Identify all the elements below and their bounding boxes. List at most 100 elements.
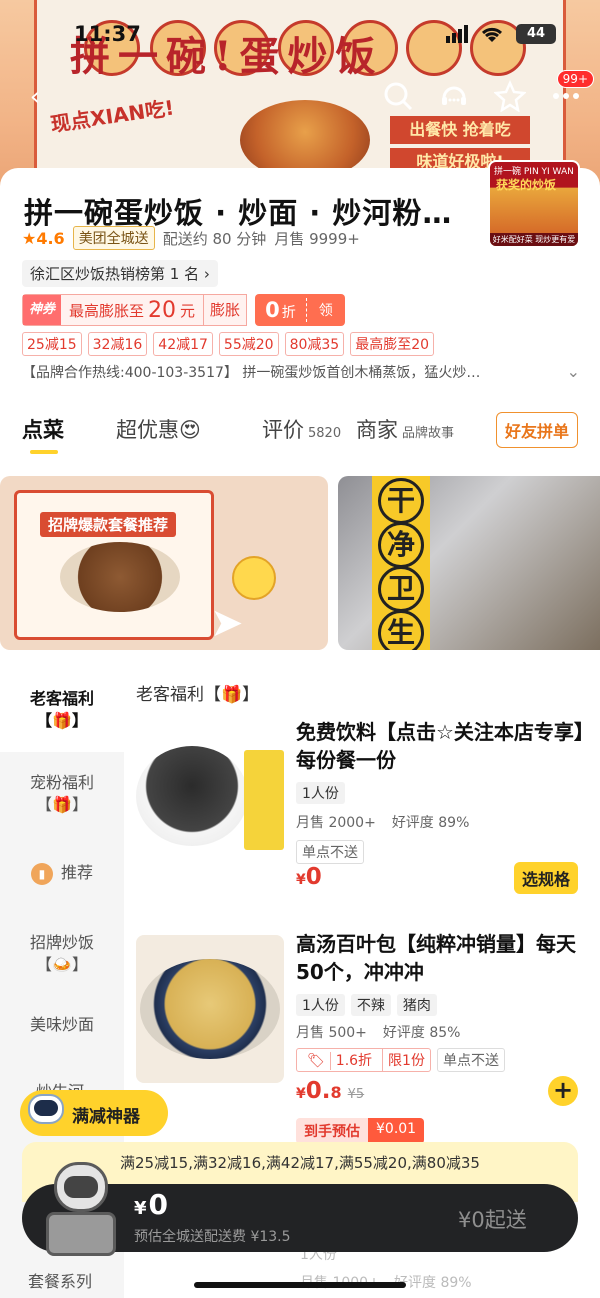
dish-name[interactable]: 高汤百叶包【纯粹冲销量】每天50个，冲冲冲 xyxy=(296,930,586,986)
spice-chip: 不辣 xyxy=(350,994,391,1016)
tag-icon: 🏷 xyxy=(307,1053,325,1069)
portion-chip: 1人份 xyxy=(296,782,345,804)
purchase-limit: 限1份 xyxy=(382,1049,430,1071)
discount-limit-chip: 🏷 1.6折 限1份 xyxy=(296,1048,431,1072)
claim-button[interactable]: 领 xyxy=(307,300,345,320)
dish-price: ¥0.8 ¥5 xyxy=(296,1078,365,1104)
tab-merchant[interactable]: 商家 品牌故事 xyxy=(356,414,454,444)
original-price: ¥5 xyxy=(347,1087,365,1102)
monthly-sales: 月售 9999+ xyxy=(274,229,360,248)
coupon-expand-button[interactable]: 膨胀 xyxy=(204,294,248,326)
customer-service-icon[interactable] xyxy=(438,80,470,112)
dish-image[interactable] xyxy=(136,935,284,1083)
robot-mascot-icon xyxy=(24,1088,68,1136)
dish-price: ¥0 xyxy=(296,864,322,890)
portion-chip: 1人份 xyxy=(296,994,345,1016)
promo-label: 招牌爆款套餐推荐 xyxy=(40,512,177,537)
promo-bowl-image xyxy=(60,542,180,612)
smiley-icon xyxy=(232,556,276,600)
cursor-icon: ➤ xyxy=(210,600,244,646)
tab-order[interactable]: 点菜 xyxy=(22,414,64,444)
discount-chip: 32减16 xyxy=(87,332,148,356)
store-rating: ★4.6 xyxy=(22,228,65,248)
store-tabs: 点菜 超优惠😍 评价 5820 商家 品牌故事 好友拼单 xyxy=(0,406,600,456)
dish-chips: 1人份 xyxy=(296,782,345,804)
zero-discount-value: 0折 xyxy=(255,298,307,322)
back-icon[interactable]: ‹ xyxy=(20,82,50,112)
estimated-price-value: ¥0.01 xyxy=(368,1118,425,1144)
estimated-price: 到手预估 ¥0.01 xyxy=(296,1118,425,1144)
coupon-unit: 元 xyxy=(180,301,196,320)
dish-sales: 月售 2000+ 好评度 89% xyxy=(296,815,470,831)
store-thumbnail[interactable]: 拼一碗 PIN YI WAN 获奖的炒饭 好米配好菜 现炒更有爱 xyxy=(488,160,580,248)
sidebar-item-returning-customer[interactable]: 老客福利 【🎁】 xyxy=(0,660,124,752)
delivery-time: 配送约 80 分钟 xyxy=(162,229,267,248)
sidebar-item-signature-rice[interactable]: 招牌炒饭 【🍛】 xyxy=(0,932,124,976)
discount-chip: 80减35 xyxy=(284,332,345,356)
discount-chip: 25减15 xyxy=(22,332,82,356)
delivery-tag: 美团全城送 xyxy=(72,226,155,250)
home-indicator xyxy=(194,1282,406,1288)
search-icon[interactable] xyxy=(382,80,414,112)
status-icons: 44 xyxy=(446,24,556,44)
add-to-cart-button[interactable]: + xyxy=(548,1076,578,1106)
bookmark-icon: ▮ xyxy=(30,862,53,885)
promo-banner-combo[interactable]: 招牌爆款套餐推荐 xyxy=(0,476,328,650)
discount-helper-label[interactable]: 满减神器 xyxy=(72,1102,140,1127)
estimated-price-label: 到手预估 xyxy=(296,1118,368,1144)
cart-total: ¥0 xyxy=(134,1188,169,1221)
zero-discount-coupon[interactable]: 0折 领 xyxy=(255,294,345,326)
sign-char: 净 xyxy=(378,522,424,568)
dish-promo-row: 🏷 1.6折 限1份 单点不送 xyxy=(296,1048,505,1072)
coupon-row: 神券 最高膨胀至 20 元 膨胀 0折 领 xyxy=(22,294,345,326)
dish-name[interactable]: 免费饮料【点击☆关注本店专享】每份餐一份 xyxy=(296,718,586,774)
thumb-headline: 获奖的炒饭 xyxy=(496,178,557,192)
sign-char: 卫 xyxy=(378,566,424,612)
wifi-icon xyxy=(481,27,503,42)
rank-chip[interactable]: 徐汇区炒饭热销榜第 1 名 › xyxy=(22,260,218,287)
hidden-rating-text: 好评度 89% xyxy=(394,1275,472,1291)
seaweed-soup-image xyxy=(136,746,248,846)
battery-indicator: 44 xyxy=(516,24,556,44)
dish-image[interactable] xyxy=(136,720,284,868)
discount-rate: 🏷 1.6折 xyxy=(297,1049,382,1071)
super-coupon[interactable]: 神券 最高膨胀至 20 元 xyxy=(22,294,205,326)
cart-robot-icon[interactable] xyxy=(40,1162,122,1256)
discount-chip: 42减17 xyxy=(153,332,213,356)
discount-list[interactable]: 25减15 32减16 42减17 55减20 80减35 最高膨至20 xyxy=(22,332,435,356)
favorite-star-icon[interactable] xyxy=(494,80,526,112)
max-discount-chip: 最高膨至20 xyxy=(350,332,435,356)
restriction-chip: 单点不送 xyxy=(436,1048,505,1072)
friend-order-button[interactable]: 好友拼单 xyxy=(495,412,578,448)
sidebar-item-noodles[interactable]: 美味炒面 xyxy=(0,1014,124,1036)
coupon-badge: 神券 xyxy=(23,295,62,325)
notification-badge: 99+ xyxy=(556,70,594,88)
dish-sales: 月售 500+ 好评度 85% xyxy=(296,1025,461,1041)
promo-banner-kitchen[interactable]: 干 净 卫 生 xyxy=(338,476,600,650)
sidebar-item-fan-benefits[interactable]: 宠粉福利 【🎁】 xyxy=(0,772,124,816)
section-title: 老客福利【🎁】 xyxy=(136,685,260,705)
select-spec-button[interactable]: 选规格 xyxy=(513,862,578,894)
min-order-button[interactable]: ¥0起送 xyxy=(458,1204,527,1234)
drink-pack-image xyxy=(244,750,284,850)
sign-char: 干 xyxy=(378,478,424,524)
store-notice[interactable]: 【品牌合作热线:400-103-3517】 拼一碗蛋炒饭首创木桶蒸饭，猛火炒… xyxy=(22,362,562,382)
chevron-down-icon[interactable]: ⌄ xyxy=(567,362,580,381)
sidebar-item-combos[interactable]: 套餐系列 xyxy=(28,1268,92,1292)
tab-deals[interactable]: 超优惠😍 xyxy=(116,414,201,444)
signal-icon xyxy=(446,25,468,43)
meat-chip: 猪肉 xyxy=(396,994,437,1016)
banner-tag: 出餐快 抢着吃 xyxy=(390,116,530,144)
sign-char: 生 xyxy=(378,610,424,650)
active-tab-indicator xyxy=(30,450,58,454)
delivery-fee: 预估全城送配送费 ¥13.5 xyxy=(134,1229,291,1245)
restriction-chip: 单点不送 xyxy=(296,840,364,864)
tofu-skin-soup-image xyxy=(140,959,280,1059)
status-time: 11:37 xyxy=(74,22,141,46)
store-meta: ★4.6 美团全城送 配送约 80 分钟 月售 9999+ xyxy=(22,226,360,250)
tab-reviews[interactable]: 评价 5820 xyxy=(262,414,341,444)
sidebar-item-recommend[interactable]: ▮ 推荐 xyxy=(0,862,124,885)
coupon-text: 最高膨胀至 xyxy=(69,301,145,320)
coupon-amount: 20 xyxy=(148,297,177,323)
thumb-tagline: 好米配好菜 现炒更有爱 xyxy=(490,233,578,246)
